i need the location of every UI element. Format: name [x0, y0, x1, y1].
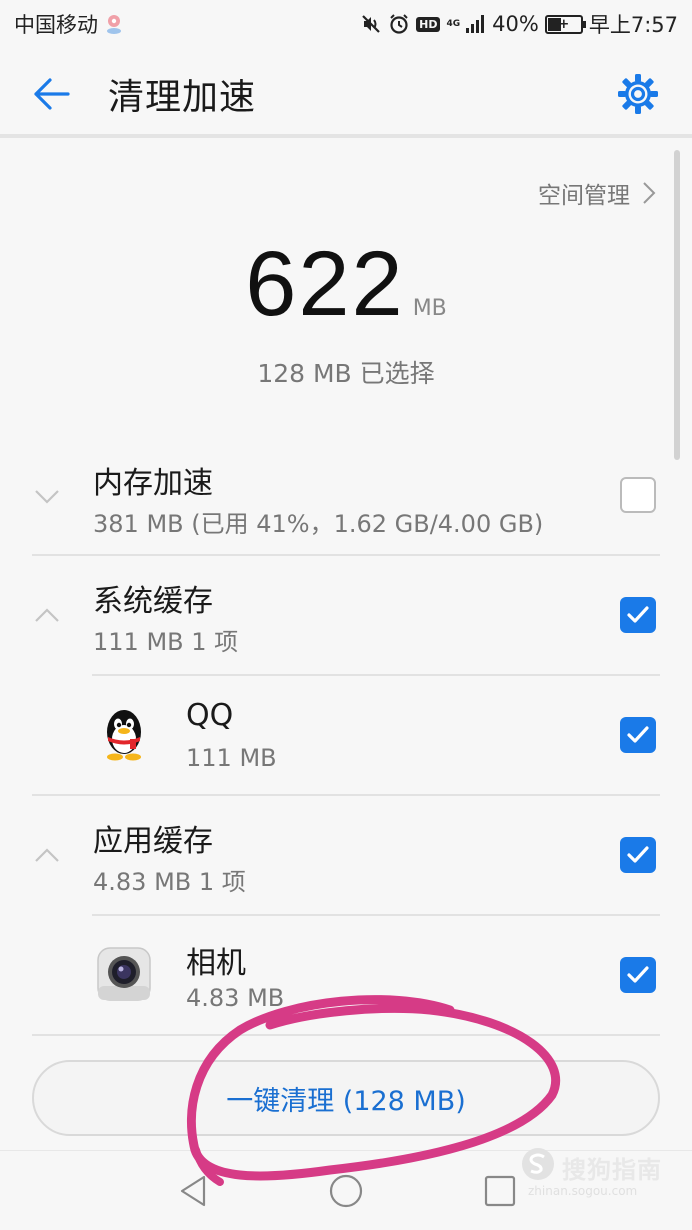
back-arrow-icon [34, 78, 70, 110]
circle-home-icon [329, 1174, 363, 1208]
status-bar: 中国移动 HD 4G 40% + 早上7:57 [0, 0, 692, 48]
item-subtitle: 381 MB (已用 41%，1.62 GB/4.00 GB) [93, 510, 544, 538]
item-title: 应用缓存 [93, 824, 213, 859]
check-icon [627, 846, 649, 863]
item-subtitle: 4.83 MB 1 项 [93, 868, 246, 896]
nav-recents-button[interactable] [482, 1173, 518, 1209]
total-size-value: 622 [245, 233, 405, 335]
app-name: 相机 [186, 946, 246, 981]
check-icon [627, 606, 649, 623]
item-title: 内存加速 [93, 466, 213, 501]
battery-icon: + [544, 14, 586, 34]
list-item-app-qq[interactable]: QQ 111 MB [0, 676, 692, 794]
system-cache-checkbox[interactable] [620, 597, 656, 633]
app-size: 4.83 MB [186, 984, 285, 1012]
memory-boost-checkbox[interactable] [620, 477, 656, 513]
total-size: 622 MB [0, 232, 692, 337]
chevron-up-icon[interactable] [32, 600, 62, 630]
check-icon [627, 966, 649, 983]
sogou-logo-icon [522, 1148, 554, 1180]
item-subtitle: 111 MB 1 项 [93, 628, 239, 656]
battery-percent: 40% [492, 12, 539, 36]
check-icon [627, 726, 649, 743]
location-icon [104, 13, 124, 35]
mute-icon [360, 13, 382, 35]
signal-icon [464, 13, 486, 35]
network-type: 4G [446, 18, 461, 29]
app-name: QQ [186, 698, 234, 733]
page-title: 清理加速 [108, 77, 257, 118]
carrier-label: 中国移动 [14, 13, 98, 37]
list-item-app-cache[interactable]: 应用缓存 4.83 MB 1 项 [0, 796, 692, 914]
one-click-clean-button[interactable]: 一键清理 (128 MB) [32, 1060, 660, 1136]
qq-icon [96, 706, 152, 762]
settings-button[interactable] [616, 72, 660, 116]
list-item-app-camera[interactable]: 相机 4.83 MB [0, 916, 692, 1034]
square-recents-icon [484, 1175, 516, 1207]
chevron-down-icon[interactable] [32, 481, 62, 511]
storage-management-link[interactable]: 空间管理 [538, 176, 656, 210]
selected-size: 128 MB 已选择 [257, 359, 435, 388]
chevron-right-icon [642, 181, 656, 205]
gear-icon [618, 74, 658, 114]
storage-management-label: 空间管理 [538, 183, 630, 209]
nav-back-button[interactable] [176, 1173, 212, 1209]
back-button[interactable] [32, 74, 72, 114]
triangle-back-icon [180, 1175, 206, 1207]
alarm-icon [388, 13, 410, 35]
item-title: 系统缓存 [93, 584, 213, 619]
qq-checkbox[interactable] [620, 717, 656, 753]
camera-checkbox[interactable] [620, 957, 656, 993]
nav-home-button[interactable] [328, 1173, 364, 1209]
list-item-system-cache[interactable]: 系统缓存 111 MB 1 项 [0, 556, 692, 674]
watermark: 搜狗指南 zhinan.sogou.com [520, 1146, 680, 1206]
divider [32, 1034, 660, 1036]
hd-badge: HD [416, 16, 441, 32]
app-size: 111 MB [186, 744, 277, 772]
app-bar: 清理加速 [0, 48, 692, 136]
total-size-unit: MB [412, 296, 447, 321]
clean-button-label: 一键清理 (128 MB) [226, 1085, 466, 1117]
list-item-memory-boost[interactable]: 内存加速 381 MB (已用 41%，1.62 GB/4.00 GB) [0, 440, 692, 555]
watermark-text: 搜狗指南 [562, 1156, 662, 1184]
chevron-up-icon[interactable] [32, 840, 62, 870]
camera-icon [96, 946, 152, 1002]
app-cache-checkbox[interactable] [620, 837, 656, 873]
clock: 早上7:57 [588, 13, 678, 37]
watermark-url: zhinan.sogou.com [528, 1184, 638, 1198]
header-divider [0, 134, 692, 138]
